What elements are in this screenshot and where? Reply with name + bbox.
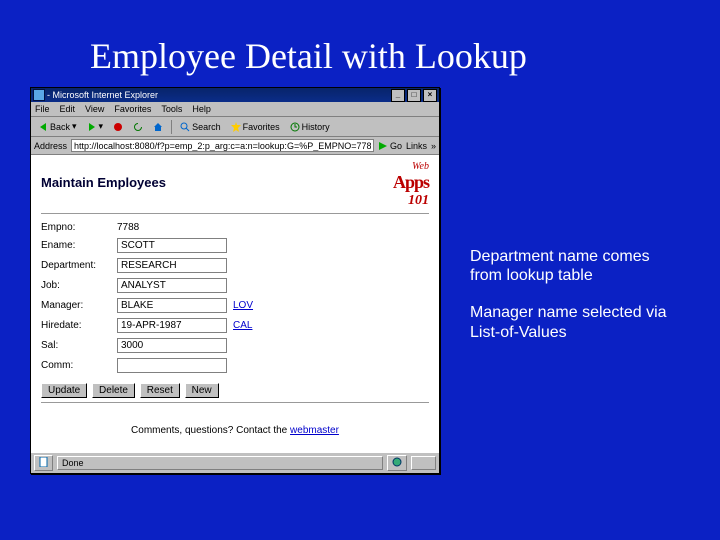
logo-line2: Apps — [393, 172, 429, 193]
sal-label: Sal: — [41, 340, 111, 351]
status-text: Done — [57, 456, 383, 470]
address-input[interactable] — [71, 139, 374, 152]
manager-field[interactable] — [117, 298, 227, 313]
forward-button[interactable]: ▾ — [83, 119, 108, 134]
note-manager: Manager name selected via List-of-Values — [470, 303, 680, 341]
favorites-label: Favorites — [243, 122, 280, 132]
new-button[interactable]: New — [185, 383, 219, 398]
statusbar: Done — [31, 452, 439, 473]
go-label: Go — [390, 141, 402, 151]
favorites-button[interactable]: Favorites — [227, 120, 284, 134]
logo: Web Apps 101 — [393, 161, 429, 209]
dropdown-icon: ▾ — [99, 121, 104, 132]
back-button[interactable]: Back ▾ — [34, 119, 81, 134]
annotations: Department name comes from lookup table … — [470, 87, 680, 360]
home-button[interactable] — [149, 120, 167, 134]
divider — [41, 402, 429, 403]
status-zone — [411, 456, 436, 470]
menubar: File Edit View Favorites Tools Help — [31, 102, 439, 117]
close-button[interactable]: × — [423, 89, 437, 102]
forward-icon — [87, 122, 97, 132]
window-title: - Microsoft Internet Explorer — [47, 90, 389, 100]
job-field[interactable] — [117, 278, 227, 293]
menu-edit[interactable]: Edit — [60, 104, 76, 114]
links-label[interactable]: Links — [406, 141, 427, 151]
stop-button[interactable] — [109, 120, 127, 134]
search-button[interactable]: Search — [176, 120, 225, 134]
stop-icon — [113, 122, 123, 132]
address-bar: Address Go Links » — [31, 137, 439, 155]
delete-button[interactable]: Delete — [92, 383, 135, 398]
go-icon — [378, 141, 388, 151]
footer-text: Comments, questions? Contact the — [131, 425, 290, 436]
go-button[interactable]: Go — [378, 141, 402, 151]
document-icon — [39, 457, 48, 467]
ie-icon — [33, 89, 45, 101]
refresh-icon — [133, 122, 143, 132]
hiredate-field[interactable] — [117, 318, 227, 333]
update-button[interactable]: Update — [41, 383, 87, 398]
hiredate-cal-link[interactable]: CAL — [233, 320, 429, 331]
empno-value: 7788 — [117, 222, 227, 233]
search-icon — [180, 122, 190, 132]
page-footer: Comments, questions? Contact the webmast… — [41, 425, 429, 436]
refresh-button[interactable] — [129, 120, 147, 134]
status-progress-icon — [34, 455, 53, 471]
sal-field[interactable] — [117, 338, 227, 353]
history-button[interactable]: History — [286, 120, 334, 134]
home-icon — [153, 122, 163, 132]
history-label: History — [302, 122, 330, 132]
history-icon — [290, 122, 300, 132]
menu-file[interactable]: File — [35, 104, 50, 114]
department-label: Department: — [41, 260, 111, 271]
browser-window: - Microsoft Internet Explorer _ □ × File… — [30, 87, 440, 474]
star-icon — [231, 122, 241, 132]
back-icon — [38, 122, 48, 132]
reset-button[interactable]: Reset — [140, 383, 180, 398]
links-chevron-icon: » — [431, 141, 436, 151]
menu-favorites[interactable]: Favorites — [114, 104, 151, 114]
comm-label: Comm: — [41, 360, 111, 371]
maximize-button[interactable]: □ — [407, 89, 421, 102]
hiredate-label: Hiredate: — [41, 320, 111, 331]
page-title: Maintain Employees — [41, 175, 166, 190]
minimize-button[interactable]: _ — [391, 89, 405, 102]
titlebar: - Microsoft Internet Explorer _ □ × — [31, 88, 439, 102]
globe-icon — [392, 457, 402, 467]
employee-form: Empno: 7788 Ename: Department: Job: Mana… — [41, 222, 429, 373]
webmaster-link[interactable]: webmaster — [290, 425, 339, 436]
manager-label: Manager: — [41, 300, 111, 311]
manager-lov-link[interactable]: LOV — [233, 300, 429, 311]
divider — [41, 213, 429, 214]
menu-tools[interactable]: Tools — [161, 104, 182, 114]
logo-line1: Web — [393, 161, 429, 172]
button-row: Update Delete Reset New — [41, 383, 429, 398]
address-label: Address — [34, 141, 67, 151]
status-zone-icon — [387, 455, 407, 471]
empno-label: Empno: — [41, 222, 111, 233]
menu-help[interactable]: Help — [192, 104, 211, 114]
search-label: Search — [192, 122, 221, 132]
department-field[interactable] — [117, 258, 227, 273]
slide-title: Employee Detail with Lookup — [0, 0, 720, 87]
page-body: Maintain Employees Web Apps 101 Empno: 7… — [31, 155, 439, 452]
note-department: Department name comes from lookup table — [470, 247, 680, 285]
toolbar-separator — [171, 120, 172, 134]
toolbar: Back ▾ ▾ Search Favorit — [31, 117, 439, 137]
dropdown-icon: ▾ — [72, 121, 77, 132]
ename-label: Ename: — [41, 240, 111, 251]
ename-field[interactable] — [117, 238, 227, 253]
menu-view[interactable]: View — [85, 104, 104, 114]
logo-line3: 101 — [393, 193, 429, 209]
comm-field[interactable] — [117, 358, 227, 373]
back-label: Back — [50, 122, 70, 132]
job-label: Job: — [41, 280, 111, 291]
